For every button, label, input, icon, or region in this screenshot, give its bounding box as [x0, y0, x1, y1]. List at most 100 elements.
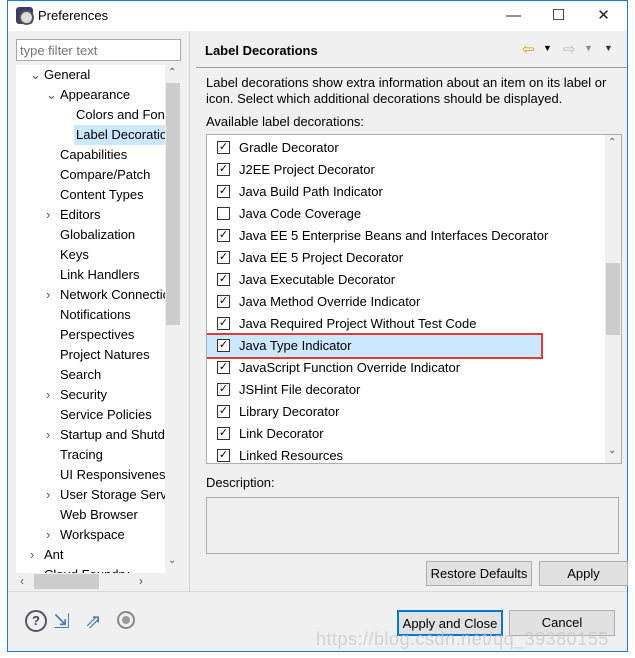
- scroll-up-icon[interactable]: ⌃: [168, 67, 176, 78]
- maximize-button[interactable]: ☐: [536, 1, 581, 31]
- apply-button[interactable]: Apply: [539, 561, 628, 586]
- tree-item[interactable]: ⌄ General: [30, 65, 90, 85]
- filter-input[interactable]: [16, 39, 181, 61]
- export-icon[interactable]: ⇗: [85, 609, 102, 634]
- chevron-down-icon[interactable]: ⌄: [46, 85, 57, 105]
- import-icon[interactable]: ⇲: [53, 609, 70, 634]
- decoration-item[interactable]: ✓ Java Build Path Indicator: [207, 181, 597, 203]
- decoration-label: Library Decorator: [239, 404, 340, 419]
- decoration-item[interactable]: ✓ Java Method Override Indicator: [207, 291, 597, 313]
- forward-arrow-icon[interactable]: ⇨: [563, 40, 576, 58]
- tree-item[interactable]: Service Policies: [60, 405, 152, 425]
- decoration-item[interactable]: ✓ Library Decorator: [207, 401, 597, 423]
- decoration-item[interactable]: ✓ J2EE Project Decorator: [207, 159, 597, 181]
- decoration-item[interactable]: ✓ Gradle Decorator: [207, 137, 597, 159]
- tree-item[interactable]: Capabilities: [60, 145, 127, 165]
- tree-item-label: Service Policies: [60, 407, 152, 422]
- tree-item[interactable]: Keys: [60, 245, 89, 265]
- checkbox[interactable]: ✓: [217, 361, 230, 374]
- decoration-item[interactable]: ✓ Linked Resources: [207, 445, 597, 463]
- checkbox[interactable]: ✓: [217, 295, 230, 308]
- tree-item[interactable]: Notifications: [60, 305, 131, 325]
- checkbox[interactable]: ✓: [217, 427, 230, 440]
- chevron-right-icon[interactable]: ›: [46, 385, 56, 405]
- decoration-item[interactable]: ✓ Java EE 5 Project Decorator: [207, 247, 597, 269]
- help-icon[interactable]: ?: [25, 610, 47, 632]
- tree-vertical-scrollbar[interactable]: ⌃ ⌄: [165, 65, 181, 573]
- scroll-up-icon[interactable]: ⌃: [608, 137, 616, 148]
- decoration-item[interactable]: ✓ Java Required Project Without Test Code: [207, 313, 597, 335]
- restore-defaults-button[interactable]: Restore Defaults: [426, 561, 532, 586]
- tree-item[interactable]: Colors and Fonts: [76, 105, 175, 125]
- chevron-right-icon[interactable]: ›: [46, 485, 56, 505]
- checkbox[interactable]: ✓: [217, 383, 230, 396]
- checkbox[interactable]: ✓: [217, 405, 230, 418]
- scroll-thumb[interactable]: [166, 83, 180, 325]
- tree-item[interactable]: › Ant: [30, 545, 64, 565]
- list-vertical-scrollbar[interactable]: ⌃ ⌄: [605, 135, 621, 463]
- checkbox[interactable]: ✓: [217, 185, 230, 198]
- tree-item[interactable]: ⌄ Appearance: [46, 85, 130, 105]
- tree-item[interactable]: UI Responsiveness: [60, 465, 172, 485]
- tree-item[interactable]: Content Types: [60, 185, 144, 205]
- tree-item[interactable]: Compare/Patch: [60, 165, 150, 185]
- scroll-thumb[interactable]: [606, 263, 620, 335]
- decoration-item[interactable]: ✓ JSHint File decorator: [207, 379, 597, 401]
- decoration-label: JSHint File decorator: [239, 382, 361, 397]
- decoration-item[interactable]: ✓ JavaScript Function Override Indicator: [207, 357, 597, 379]
- tree-item[interactable]: › Workspace: [46, 525, 125, 545]
- checkbox[interactable]: ✓: [217, 339, 230, 352]
- tree-item[interactable]: Project Natures: [60, 345, 150, 365]
- forward-dropdown-icon[interactable]: ▼: [584, 43, 593, 53]
- chevron-right-icon[interactable]: ›: [46, 285, 56, 305]
- record-icon[interactable]: [117, 611, 135, 629]
- tree-item[interactable]: Tracing: [60, 445, 103, 465]
- header-separator: [196, 67, 627, 68]
- scroll-right-icon[interactable]: ›: [139, 574, 143, 588]
- tree-horizontal-scrollbar[interactable]: ‹ ›: [16, 573, 181, 590]
- checkbox[interactable]: ✓: [217, 229, 230, 242]
- available-label: Available label decorations:: [206, 114, 365, 129]
- checkbox[interactable]: ✓: [217, 449, 230, 462]
- checkbox[interactable]: ✓: [217, 317, 230, 330]
- tree-item[interactable]: Web Browser: [60, 505, 138, 525]
- decoration-item[interactable]: ✓ Java Type Indicator: [207, 333, 543, 359]
- decoration-item[interactable]: ✓ Java Executable Decorator: [207, 269, 597, 291]
- tree-item[interactable]: › User Storage Service: [46, 485, 181, 505]
- decoration-item[interactable]: ✓ Link Decorator: [207, 423, 597, 445]
- tree-item[interactable]: › Editors: [46, 205, 100, 225]
- eclipse-icon: [16, 7, 34, 25]
- checkbox[interactable]: ✓: [217, 273, 230, 286]
- tree-item[interactable]: Search: [60, 365, 101, 385]
- splitter[interactable]: [189, 31, 190, 591]
- decoration-item[interactable]: ✓ Java EE 5 Enterprise Beans and Interfac…: [207, 225, 597, 247]
- h-scroll-thumb[interactable]: [34, 574, 99, 589]
- checkbox[interactable]: ✓: [217, 163, 230, 176]
- chevron-right-icon[interactable]: ›: [46, 425, 56, 445]
- minimize-button[interactable]: —: [491, 1, 536, 31]
- chevron-down-icon[interactable]: ⌄: [30, 65, 41, 85]
- tree-item[interactable]: Perspectives: [60, 325, 134, 345]
- scroll-down-icon[interactable]: ⌄: [168, 555, 176, 566]
- checkbox[interactable]: ✓: [217, 141, 230, 154]
- tree-item[interactable]: Link Handlers: [60, 265, 140, 285]
- chevron-right-icon[interactable]: ›: [46, 205, 56, 225]
- tree-item[interactable]: › Network Connections: [46, 285, 181, 305]
- scroll-left-icon[interactable]: ‹: [20, 574, 24, 588]
- scroll-down-icon[interactable]: ⌄: [608, 445, 616, 456]
- decorations-list: ✓ Gradle Decorator ✓ J2EE Project Decorator…: [206, 134, 622, 464]
- tree-item-label: Compare/Patch: [60, 167, 151, 182]
- chevron-right-icon[interactable]: ›: [46, 525, 56, 545]
- tree-item[interactable]: › Security: [46, 385, 107, 405]
- back-dropdown-icon[interactable]: ▼: [543, 43, 552, 53]
- decoration-item[interactable]: Java Code Coverage: [207, 203, 597, 225]
- view-menu-icon[interactable]: ▼: [604, 43, 613, 53]
- checkbox[interactable]: ✓: [217, 251, 230, 264]
- tree-item[interactable]: Globalization: [60, 225, 135, 245]
- decoration-label: Java Type Indicator: [239, 338, 352, 353]
- chevron-right-icon[interactable]: ›: [30, 545, 40, 565]
- close-button[interactable]: ✕: [581, 1, 626, 31]
- back-arrow-icon[interactable]: ⇦: [522, 40, 535, 58]
- tree-item[interactable]: › Startup and Shutdown: [46, 425, 181, 445]
- checkbox[interactable]: [217, 207, 230, 220]
